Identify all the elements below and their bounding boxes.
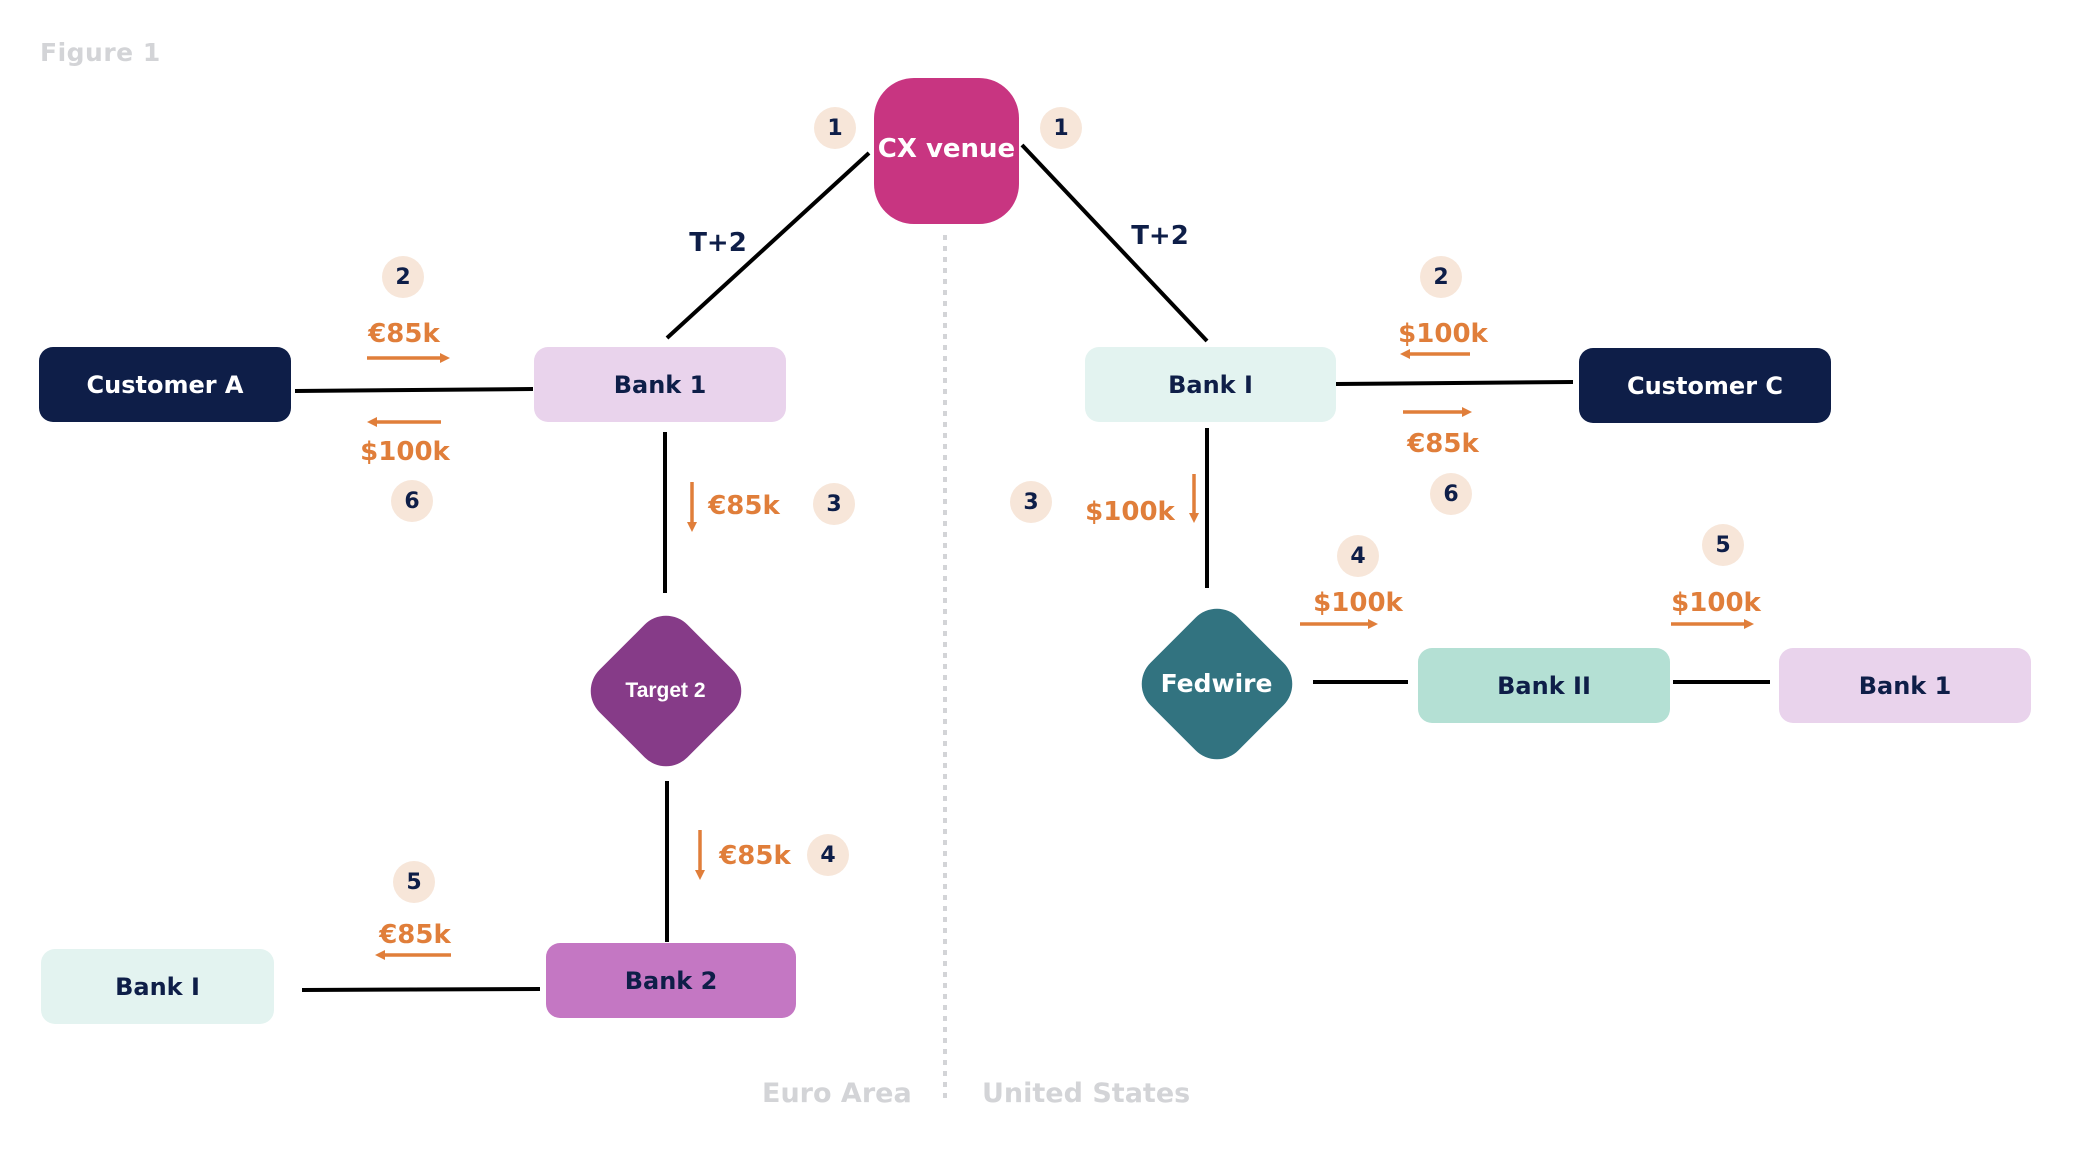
amount-label: €85k bbox=[1407, 429, 1479, 459]
bank-ii-us-node[interactable]: Bank II bbox=[1418, 648, 1670, 723]
region-label-euro-area: Euro Area bbox=[762, 1078, 912, 1109]
amount-label: €85k bbox=[719, 841, 791, 871]
customer-a-label: Customer A bbox=[86, 370, 244, 399]
bank-2-eu-node[interactable]: Bank 2 bbox=[546, 943, 796, 1018]
bank-1-us-node[interactable]: Bank 1 bbox=[1779, 648, 2031, 723]
amount-label: €85k bbox=[379, 920, 451, 950]
bank-i-us-node[interactable]: Bank I bbox=[1085, 347, 1336, 422]
step-badge-5-eu: 5 bbox=[393, 861, 435, 903]
customer-c-label: Customer C bbox=[1626, 371, 1784, 400]
amount-label: $100k bbox=[1671, 588, 1761, 618]
settlement-label-us: T+2 bbox=[1131, 221, 1189, 251]
step-badge-4-us: 4 bbox=[1337, 535, 1379, 577]
bank-1-us-label: Bank 1 bbox=[1858, 671, 1952, 700]
step-badge-2-us: 2 bbox=[1420, 256, 1462, 298]
bank-ii-us-label: Bank II bbox=[1497, 671, 1591, 700]
step-badge-3-us: 3 bbox=[1010, 481, 1052, 523]
connector-customera-bank1 bbox=[294, 387, 534, 393]
bank-i-eu-node[interactable]: Bank I bbox=[41, 949, 274, 1024]
step-badge-6-eu: 6 bbox=[391, 480, 433, 522]
bank-1-eu-label: Bank 1 bbox=[613, 370, 707, 399]
step-badge-1-eu: 1 bbox=[814, 107, 856, 149]
region-label-united-states: United States bbox=[982, 1078, 1191, 1109]
target-2-label: Target 2 bbox=[625, 678, 706, 702]
target-2-node[interactable]: Target 2 bbox=[577, 602, 754, 779]
amount-label: $100k bbox=[1313, 588, 1403, 618]
amount-label: €85k bbox=[708, 491, 780, 521]
connector-banki-bank2 bbox=[301, 987, 541, 992]
amount-label: $100k bbox=[1085, 497, 1175, 527]
connector-layer bbox=[294, 143, 1770, 1104]
amount-label: $100k bbox=[1398, 319, 1488, 349]
cx-venue-label: CX venue bbox=[877, 134, 1016, 164]
fedwire-label: Fedwire bbox=[1160, 669, 1273, 698]
figure-title: Figure 1 bbox=[40, 38, 161, 67]
step-badge-2-eu: 2 bbox=[382, 256, 424, 298]
step-badge-5-us: 5 bbox=[1702, 524, 1744, 566]
cx-venue-node[interactable]: CX venue bbox=[874, 78, 1019, 224]
step-badge-3-eu: 3 bbox=[813, 483, 855, 525]
bank-i-us-label: Bank I bbox=[1168, 370, 1253, 399]
settlement-label-eu: T+2 bbox=[689, 228, 747, 258]
step-badge-6-us: 6 bbox=[1430, 473, 1472, 515]
step-badge-4-eu: 4 bbox=[807, 834, 849, 876]
customer-c-node[interactable]: Customer C bbox=[1579, 348, 1831, 423]
amount-label: $100k bbox=[360, 437, 450, 467]
amount-label: €85k bbox=[368, 319, 440, 349]
bank-i-eu-label: Bank I bbox=[115, 972, 200, 1001]
fedwire-node[interactable]: Fedwire bbox=[1128, 595, 1305, 772]
bank-2-eu-label: Bank 2 bbox=[624, 966, 718, 995]
connector-banki-customerc bbox=[1335, 380, 1574, 386]
customer-a-node[interactable]: Customer A bbox=[39, 347, 291, 422]
step-badge-1-us: 1 bbox=[1040, 107, 1082, 149]
bank-1-eu-node[interactable]: Bank 1 bbox=[534, 347, 786, 422]
